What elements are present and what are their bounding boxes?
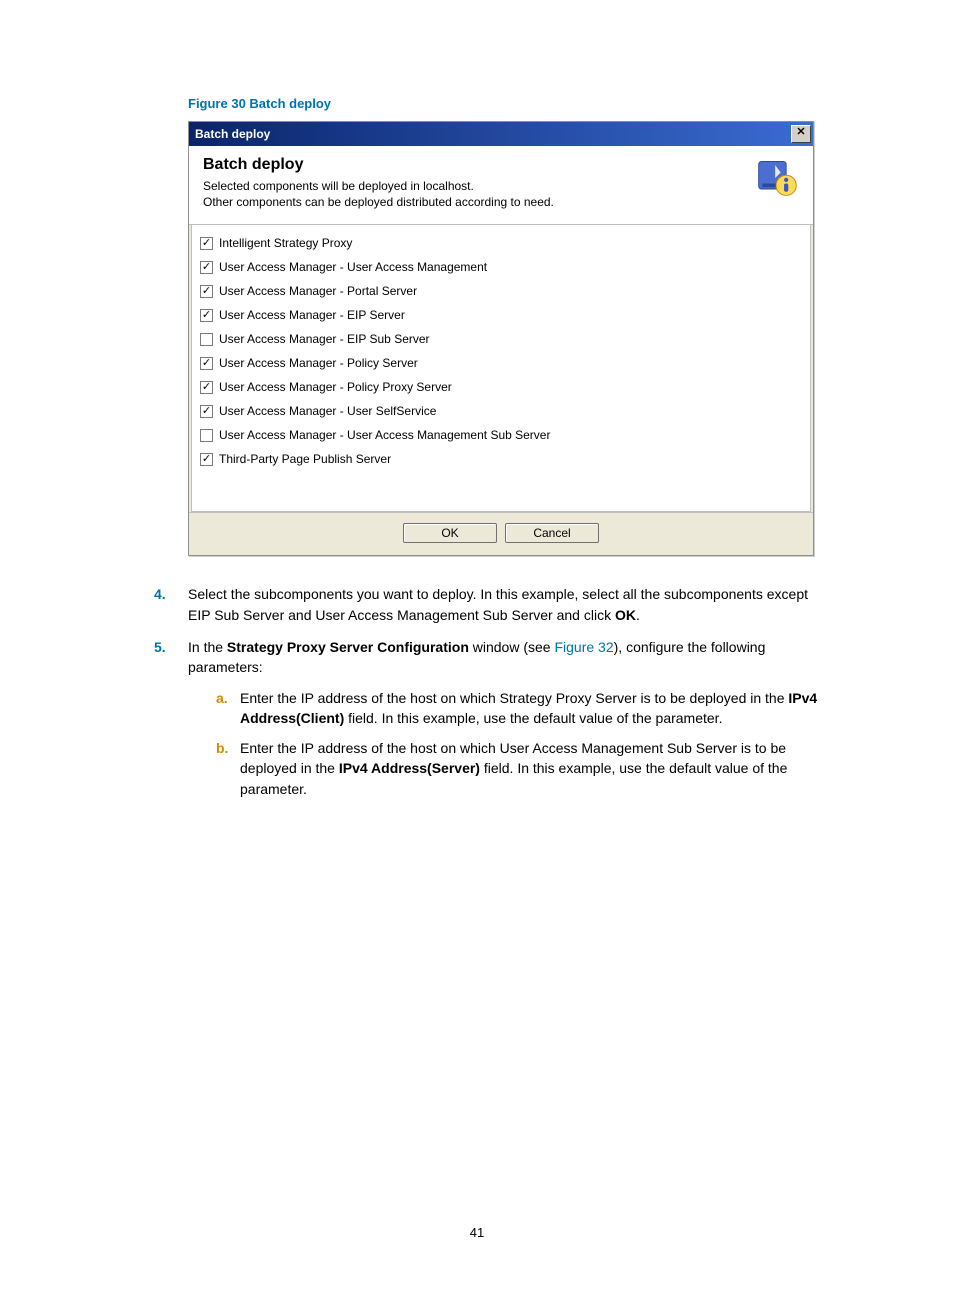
component-checkbox[interactable]: ✓: [200, 261, 213, 274]
component-label: User Access Manager - Policy Proxy Serve…: [219, 380, 452, 394]
component-row: ✓ User Access Manager - User SelfService: [200, 399, 802, 423]
sub-step-list: a. Enter the IP address of the host on w…: [188, 688, 824, 799]
component-checkbox[interactable]: [200, 333, 213, 346]
dialog-header-subtitle: Selected components will be deployed in …: [203, 178, 745, 210]
component-label: User Access Manager - EIP Server: [219, 308, 405, 322]
component-checkbox[interactable]: ✓: [200, 381, 213, 394]
step-body: Select the subcomponents you want to dep…: [188, 584, 824, 625]
dialog-header-line2: Other components can be deployed distrib…: [203, 195, 554, 209]
step5-intro-a: In the: [188, 639, 227, 655]
ok-button[interactable]: OK: [403, 523, 497, 543]
component-row: ✓ User Access Manager - Policy Server: [200, 351, 802, 375]
step5-intro-b: window (see: [469, 639, 555, 655]
install-info-icon: [755, 156, 799, 200]
component-row: ✓ User Access Manager - User Access Manag…: [200, 255, 802, 279]
dialog-header-title: Batch deploy: [203, 156, 745, 174]
component-label: User Access Manager - Portal Server: [219, 284, 417, 298]
component-row: User Access Manager - User Access Manage…: [200, 423, 802, 447]
dialog-header-line1: Selected components will be deployed in …: [203, 179, 474, 193]
component-checkbox[interactable]: ✓: [200, 357, 213, 370]
component-row: ✓ User Access Manager - Portal Server: [200, 279, 802, 303]
dialog-title: Batch deploy: [195, 127, 270, 141]
step-body: In the Strategy Proxy Server Configurati…: [188, 637, 824, 809]
step-number: 5.: [154, 637, 188, 809]
component-label: Intelligent Strategy Proxy: [219, 236, 352, 250]
component-checkbox[interactable]: ✓: [200, 405, 213, 418]
dialog-footer: OK Cancel: [189, 512, 813, 555]
step4-ok-bold: OK: [615, 607, 636, 623]
component-row: User Access Manager - EIP Sub Server: [200, 327, 802, 351]
sub-a-t2: field. In this example, use the default …: [344, 710, 722, 726]
component-row: ✓ User Access Manager - EIP Server: [200, 303, 802, 327]
step-4: 4. Select the subcomponents you want to …: [154, 584, 824, 625]
page-number: 41: [0, 1225, 954, 1240]
step4-text-a: Select the subcomponents you want to dep…: [188, 586, 808, 622]
component-label: User Access Manager - EIP Sub Server: [219, 332, 430, 346]
step-5: 5. In the Strategy Proxy Server Configur…: [154, 637, 824, 809]
step-number: 4.: [154, 584, 188, 625]
sub-step-a: a. Enter the IP address of the host on w…: [216, 688, 824, 729]
dialog-titlebar: Batch deploy ✕: [189, 122, 813, 146]
component-checkbox[interactable]: ✓: [200, 237, 213, 250]
sub-step-b: b. Enter the IP address of the host on w…: [216, 738, 824, 799]
component-label: User Access Manager - Policy Server: [219, 356, 418, 370]
step4-text-c: .: [636, 607, 640, 623]
component-checkbox[interactable]: ✓: [200, 285, 213, 298]
figure-32-link[interactable]: Figure 32: [554, 639, 613, 655]
cancel-button[interactable]: Cancel: [505, 523, 599, 543]
instruction-list: 4. Select the subcomponents you want to …: [188, 584, 824, 809]
step5-intro-bold: Strategy Proxy Server Configuration: [227, 639, 469, 655]
component-label: User Access Manager - User Access Manage…: [219, 260, 487, 274]
component-label: Third-Party Page Publish Server: [219, 452, 391, 466]
component-checkbox[interactable]: ✓: [200, 453, 213, 466]
component-checkbox[interactable]: ✓: [200, 309, 213, 322]
dialog-body: ✓ Intelligent Strategy Proxy ✓ User Access …: [191, 225, 811, 512]
dialog-header-text: Batch deploy Selected components will be…: [203, 156, 745, 210]
sub-label: b.: [216, 738, 240, 799]
figure-caption: Figure 30 Batch deploy: [188, 96, 824, 111]
close-icon[interactable]: ✕: [791, 125, 811, 143]
sub-b-bold: IPv4 Address(Server): [339, 760, 480, 776]
dialog-header: Batch deploy Selected components will be…: [189, 146, 813, 225]
batch-deploy-dialog: Batch deploy ✕ Batch deploy Selected com…: [188, 121, 814, 556]
sub-body: Enter the IP address of the host on whic…: [240, 738, 824, 799]
component-label: User Access Manager - User Access Manage…: [219, 428, 550, 442]
component-row: ✓ Intelligent Strategy Proxy: [200, 231, 802, 255]
component-label: User Access Manager - User SelfService: [219, 404, 436, 418]
component-row: ✓ Third-Party Page Publish Server: [200, 447, 802, 471]
component-checkbox[interactable]: [200, 429, 213, 442]
sub-label: a.: [216, 688, 240, 729]
sub-a-t1: Enter the IP address of the host on whic…: [240, 690, 788, 706]
component-row: ✓ User Access Manager - Policy Proxy Serv…: [200, 375, 802, 399]
sub-body: Enter the IP address of the host on whic…: [240, 688, 824, 729]
